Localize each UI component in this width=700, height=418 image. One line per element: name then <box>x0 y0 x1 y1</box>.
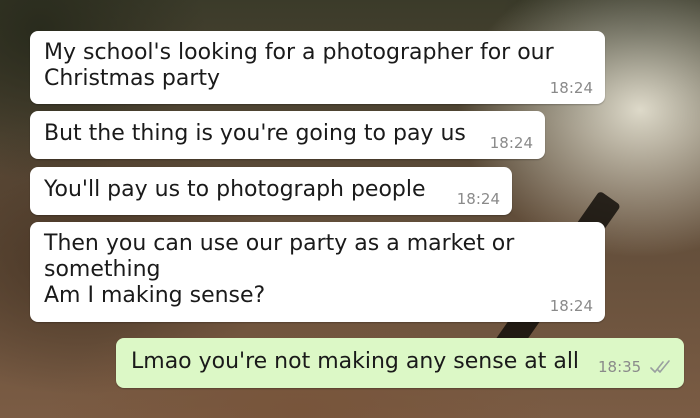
message-bubble-incoming[interactable]: You'll pay us to photograph people 18:24 <box>30 167 512 215</box>
message-meta: 18:24 <box>490 135 533 151</box>
message-bubble-incoming[interactable]: But the thing is you're going to pay us … <box>30 111 545 159</box>
message-timestamp: 18:24 <box>456 190 500 208</box>
message-timestamp: 18:35 <box>597 358 642 376</box>
message-timestamp: 18:24 <box>489 134 533 152</box>
message-text: You'll pay us to photograph people <box>44 177 426 202</box>
double-check-icon <box>650 359 672 378</box>
message-meta: 18:35 <box>598 359 672 378</box>
message-bubble-outgoing[interactable]: Lmao you're not making any sense at all … <box>116 338 684 388</box>
message-text: But the thing is you're going to pay us <box>44 121 466 146</box>
message-bubble-incoming[interactable]: Then you can use our party as a market o… <box>30 222 605 322</box>
message-text: My school's looking for a photographer f… <box>44 40 554 91</box>
message-timestamp: 18:24 <box>549 79 593 97</box>
message-text: Then you can use our party as a market o… <box>44 231 515 308</box>
message-text: Lmao you're not making any sense at all <box>131 349 580 374</box>
message-bubble-incoming[interactable]: My school's looking for a photographer f… <box>30 31 605 104</box>
message-timestamp: 18:24 <box>549 297 593 315</box>
message-meta: 18:24 <box>550 80 593 96</box>
message-meta: 18:24 <box>457 191 500 207</box>
message-meta: 18:24 <box>550 298 593 314</box>
